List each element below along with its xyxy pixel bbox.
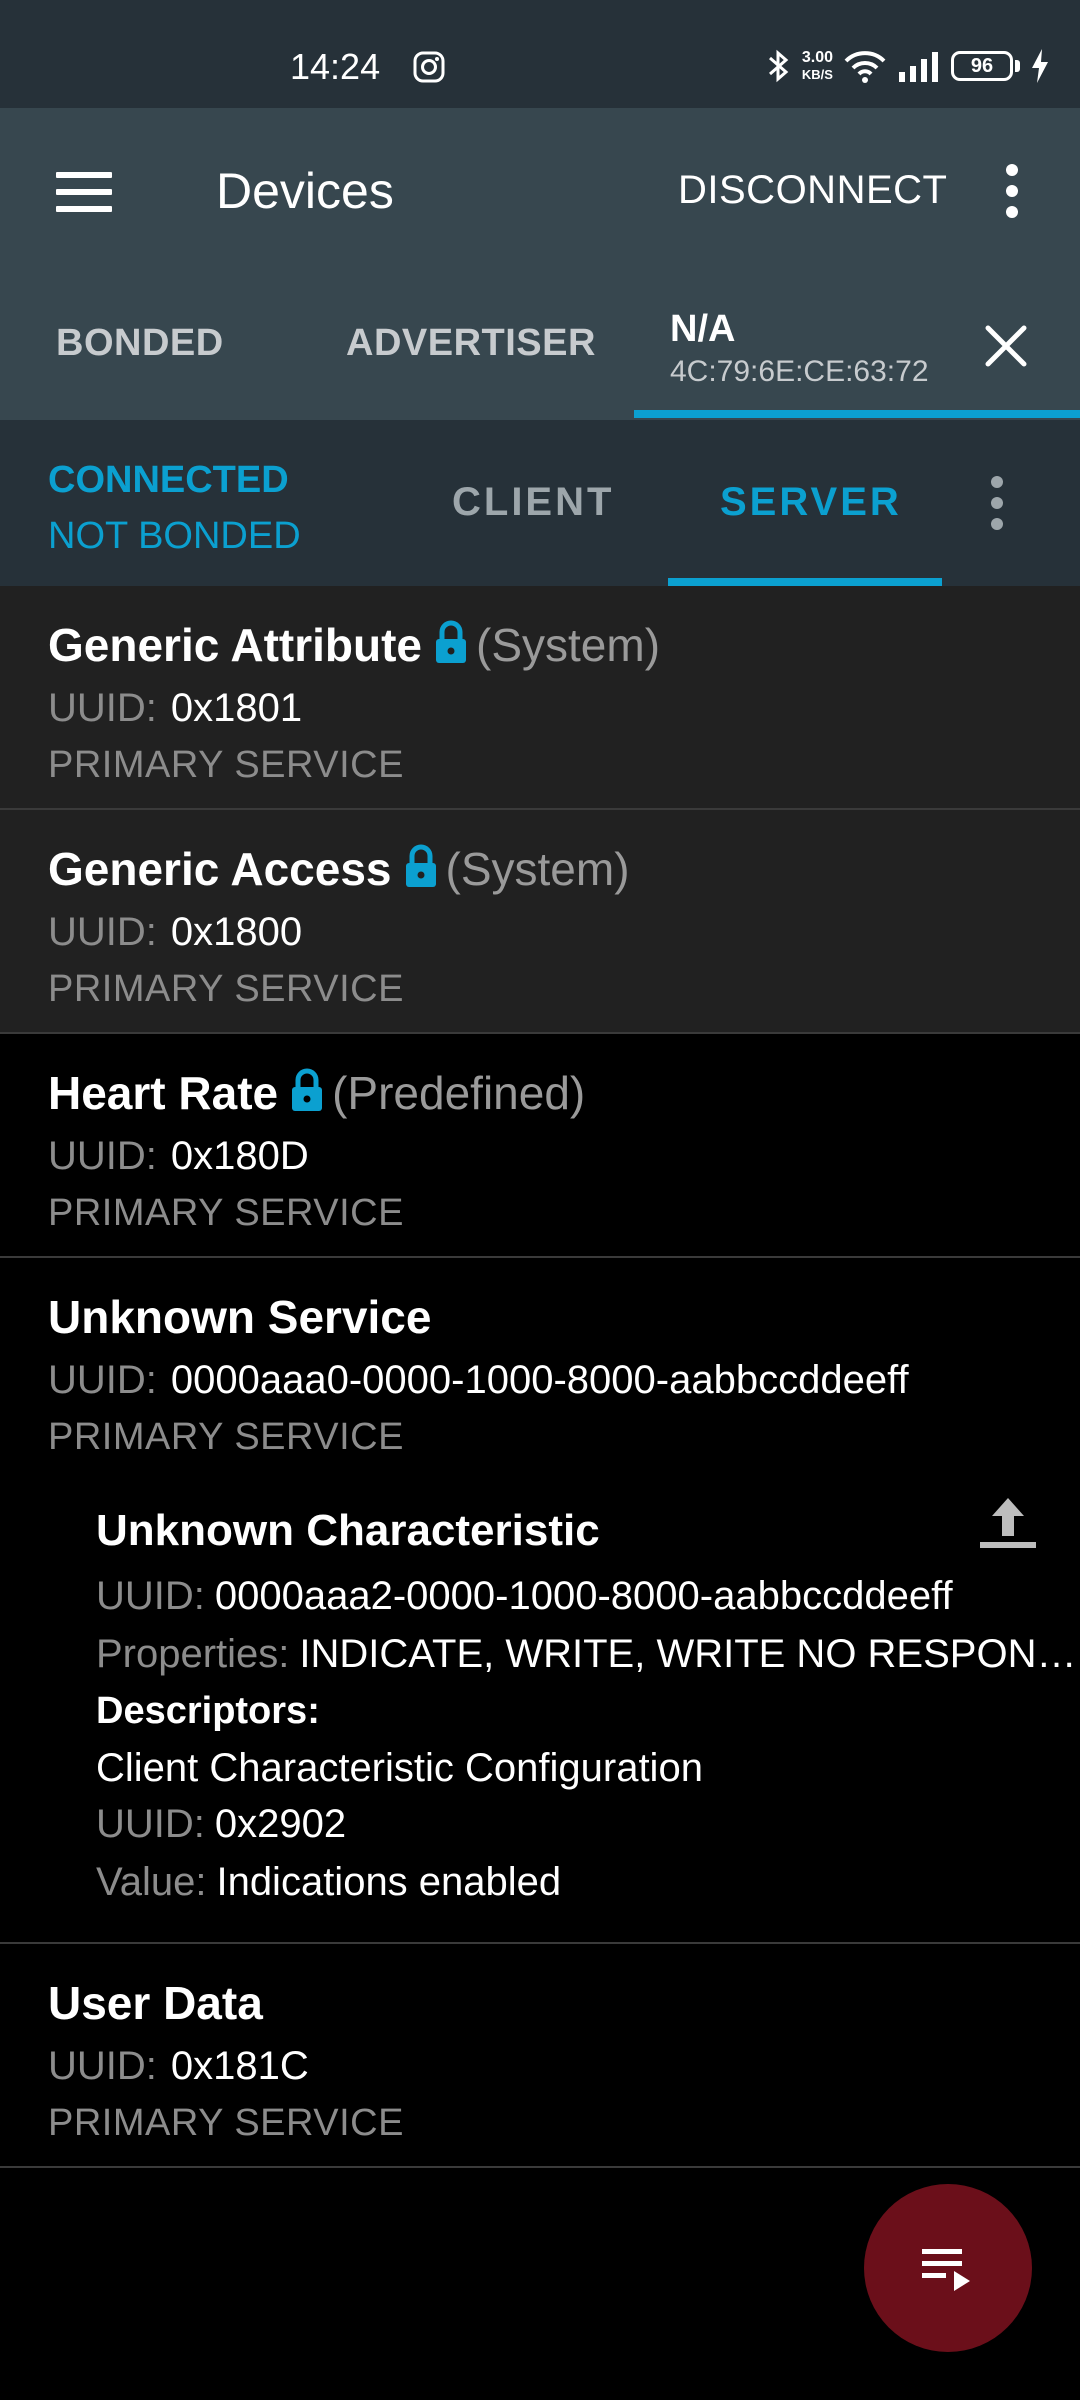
service-uuid: UUID: 0x180D (48, 1134, 309, 1179)
playlist-play-icon (922, 2249, 970, 2291)
service-name: Generic Access (48, 843, 392, 895)
descriptor-value: Value: Indications enabled (96, 1860, 561, 1905)
service-type: PRIMARY SERVICE (48, 744, 404, 786)
close-icon[interactable] (984, 324, 1028, 368)
server-tab-indicator (668, 578, 942, 586)
page-title: Devices (216, 163, 394, 219)
characteristic-properties: Properties: INDICATE, WRITE, WRITE NO RES… (96, 1632, 1076, 1677)
uuid-value: 0x180D (170, 1134, 309, 1178)
connection-status: CONNECTED NOT BONDED (48, 452, 301, 564)
service-name: Unknown Service (48, 1291, 432, 1343)
service-type: PRIMARY SERVICE (48, 1192, 404, 1234)
descriptor-uuid-value: 0x2902 (214, 1802, 347, 1846)
uuid-label: UUID: (48, 910, 157, 954)
service-title: Unknown Service (48, 1290, 431, 1344)
uuid-label: UUID: (48, 2044, 157, 2088)
uuid-value: 0x1801 (170, 686, 303, 730)
service-title: Generic Access (System) (48, 842, 630, 896)
service-uuid: UUID: 0x181C (48, 2044, 309, 2089)
value-label: Value: (96, 1860, 207, 1904)
tab-indicator (634, 410, 1080, 418)
characteristic-uuid: UUID: 0000aaa2-0000-1000-8000-aabbccddeef… (96, 1574, 953, 1619)
instagram-icon (413, 51, 445, 83)
descriptor-uuid: UUID: 0x2902 (96, 1802, 346, 1847)
bond-status-label: NOT BONDED (48, 515, 301, 557)
service-type: PRIMARY SERVICE (48, 2102, 404, 2144)
properties-label: Properties: (96, 1632, 290, 1676)
menu-icon[interactable] (56, 172, 112, 212)
characteristic-item[interactable]: Unknown Characteristic (96, 1506, 600, 1556)
service-name: User Data (48, 1977, 263, 2029)
descriptors-heading: Descriptors: (96, 1690, 320, 1732)
descriptor-name[interactable]: Client Characteristic Configuration (96, 1746, 703, 1791)
characteristic-name: Unknown Characteristic (96, 1506, 600, 1555)
lock-icon (405, 844, 436, 887)
tab-advertiser[interactable]: ADVERTISER (346, 322, 596, 365)
connected-label: CONNECTED (48, 459, 289, 501)
uuid-value: 0x1800 (170, 910, 303, 954)
service-uuid: UUID: 0000aaa0-0000-1000-8000-aabbccddeef… (48, 1358, 909, 1403)
service-tag: (System) (476, 619, 661, 671)
service-type: PRIMARY SERVICE (48, 968, 404, 1010)
log-fab-button[interactable] (864, 2184, 1032, 2352)
tab-device-active[interactable]: N/A 4C:79:6E:CE:63:72 (670, 308, 929, 389)
status-time: 14:24 (290, 46, 381, 87)
descriptor-value-text: Indications enabled (216, 1860, 562, 1904)
device-name: N/A (670, 308, 736, 350)
service-title: Heart Rate (Predefined) (48, 1066, 585, 1120)
tab-client[interactable]: CLIENT (452, 480, 614, 525)
characteristic-uuid-value: 0000aaa2-0000-1000-8000-aabbccddeeff (214, 1574, 953, 1618)
uuid-value: 0000aaa0-0000-1000-8000-aabbccddeeff (170, 1358, 909, 1402)
service-tag: (Predefined) (332, 1067, 586, 1119)
service-name: Generic Attribute (48, 619, 423, 671)
lock-icon (292, 1068, 323, 1111)
connection-more-icon[interactable] (990, 476, 1004, 530)
wifi-icon (844, 51, 886, 83)
service-name: Heart Rate (48, 1067, 279, 1119)
disconnect-button[interactable]: DISCONNECT (678, 168, 947, 213)
upload-icon[interactable] (976, 1496, 1040, 1552)
network-speed: 3.00 KB/S (802, 49, 833, 83)
service-tag: (System) (445, 843, 630, 895)
signal-icon (899, 52, 938, 82)
service-uuid: UUID: 0x1801 (48, 686, 302, 731)
tab-server[interactable]: SERVER (720, 480, 902, 525)
network-speed-value: 3.00 (801, 49, 833, 66)
uuid-label: UUID: (96, 1574, 205, 1618)
bluetooth-icon (768, 49, 789, 83)
device-mac-address: 4C:79:6E:CE:63:72 (670, 355, 929, 388)
service-title: User Data (48, 1976, 263, 2030)
uuid-label: UUID: (48, 686, 157, 730)
network-speed-unit: KB/S (801, 67, 833, 82)
charging-icon (1032, 49, 1048, 83)
tab-bonded[interactable]: BONDED (56, 322, 224, 365)
uuid-label: UUID: (48, 1134, 157, 1178)
uuid-value: 0x181C (170, 2044, 309, 2088)
battery-icon: 96 (951, 51, 1020, 81)
status-bar: 14:24 3.00 KB/S 96 (0, 0, 1080, 108)
properties-value: INDICATE, WRITE, WRITE NO RESPON… (299, 1632, 1077, 1676)
battery-level: 96 (970, 54, 994, 77)
more-options-icon[interactable] (1000, 164, 1024, 218)
service-uuid: UUID: 0x1800 (48, 910, 302, 955)
service-title: Generic Attribute (System) (48, 618, 660, 672)
lock-icon (436, 620, 467, 663)
status-icons: 3.00 KB/S 96 (766, 44, 1050, 88)
uuid-label: UUID: (48, 1358, 157, 1402)
uuid-label: UUID: (96, 1802, 205, 1846)
service-type: PRIMARY SERVICE (48, 1416, 404, 1458)
